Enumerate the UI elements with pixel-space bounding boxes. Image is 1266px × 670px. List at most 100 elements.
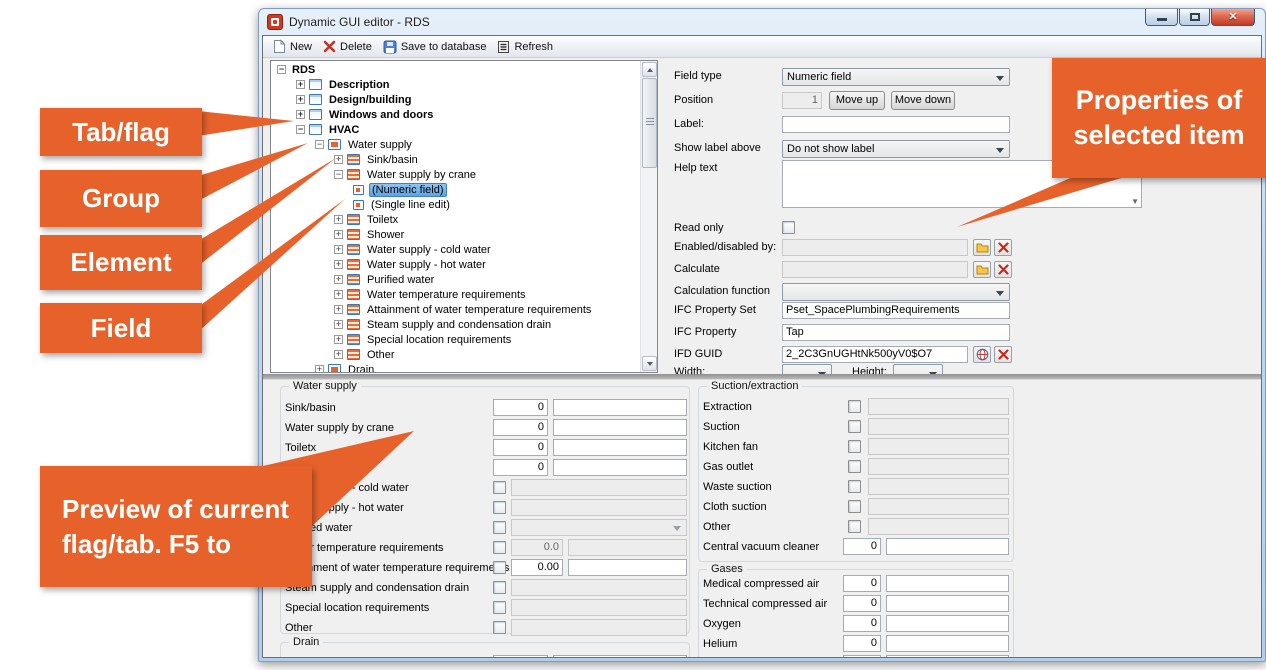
numeric-input[interactable]: 0 [843, 615, 881, 632]
delete-button[interactable]: Delete [319, 39, 379, 54]
checkbox[interactable] [848, 440, 861, 453]
text-input[interactable] [553, 419, 687, 436]
text-input[interactable] [886, 575, 1009, 592]
expand-icon[interactable]: + [334, 215, 343, 224]
ifc-property-input[interactable]: Tap [782, 324, 1010, 341]
checkbox[interactable] [848, 520, 861, 533]
numeric-input[interactable] [843, 655, 881, 658]
field-type-select[interactable]: Numeric field [782, 68, 1010, 86]
enabled-disabled-clear-button[interactable] [994, 239, 1012, 256]
tree-item[interactable]: +Design/building [271, 92, 639, 107]
tree-item[interactable]: +Special location requirements [271, 332, 639, 347]
tree-item[interactable]: +Shower [271, 227, 639, 242]
expand-icon[interactable]: + [296, 110, 305, 119]
collapse-icon[interactable]: − [296, 125, 305, 134]
numeric-input[interactable]: 0 [493, 399, 548, 416]
height-select[interactable] [893, 364, 943, 374]
tree-item[interactable]: −HVAC [271, 122, 639, 137]
text-input[interactable] [886, 655, 1009, 658]
ifd-guid-clear-button[interactable] [994, 346, 1012, 363]
ifd-guid-input[interactable]: 2_2C3GnUGHtNk500yV0$O7 [782, 346, 968, 363]
tree-item[interactable]: (Single line edit) [271, 197, 639, 212]
checkbox[interactable] [493, 541, 506, 554]
read-only-checkbox[interactable] [782, 221, 795, 234]
save-button[interactable]: Save to database [379, 39, 494, 55]
text-input[interactable] [553, 459, 687, 476]
tree-item[interactable]: +Sink/basin [271, 152, 639, 167]
numeric-input[interactable] [493, 655, 548, 658]
scroll-up-icon[interactable] [642, 62, 657, 77]
expand-icon[interactable]: + [334, 275, 343, 284]
refresh-button[interactable]: Refresh [493, 39, 560, 55]
label-input[interactable] [782, 116, 1010, 133]
expand-icon[interactable]: + [315, 365, 324, 372]
calculation-function-select[interactable] [782, 283, 1010, 301]
text-input[interactable] [886, 615, 1009, 632]
tree-item[interactable]: +Purified water [271, 272, 639, 287]
tree-item[interactable]: −Water supply [271, 137, 639, 152]
text-input[interactable] [886, 635, 1009, 652]
collapse-icon[interactable]: − [334, 170, 343, 179]
tree-item[interactable]: +Windows and doors [271, 107, 639, 122]
tree-item[interactable]: +Drain [271, 362, 639, 372]
scroll-down-icon[interactable] [642, 356, 657, 371]
new-button[interactable]: New [269, 38, 319, 55]
checkbox[interactable] [493, 561, 506, 574]
text-input[interactable] [886, 538, 1009, 555]
width-select[interactable] [782, 364, 832, 374]
tree-item[interactable]: +Water temperature requirements [271, 287, 639, 302]
checkbox[interactable] [493, 501, 506, 514]
show-label-above-select[interactable]: Do not show label [782, 140, 1010, 158]
expand-icon[interactable]: + [296, 95, 305, 104]
checkbox[interactable] [493, 621, 506, 634]
calculate-clear-button[interactable] [994, 261, 1012, 278]
checkbox[interactable] [493, 481, 506, 494]
minimize-button[interactable] [1145, 9, 1178, 26]
text-input[interactable] [568, 559, 687, 576]
collapse-icon[interactable]: − [277, 65, 286, 74]
tree-item[interactable]: −Water supply by crane [271, 167, 639, 182]
expand-icon[interactable]: + [334, 320, 343, 329]
expand-icon[interactable]: + [334, 260, 343, 269]
expand-icon[interactable]: + [334, 245, 343, 254]
move-down-button[interactable]: Move down [891, 91, 955, 110]
text-input[interactable] [886, 595, 1009, 612]
numeric-input[interactable]: 0 [843, 595, 881, 612]
tree-scrollbar[interactable] [640, 61, 657, 372]
scroll-thumb[interactable] [642, 78, 657, 168]
expand-icon[interactable]: + [334, 335, 343, 344]
checkbox[interactable] [848, 500, 861, 513]
checkbox[interactable] [493, 581, 506, 594]
tree-item[interactable]: +Water supply - hot water [271, 257, 639, 272]
expand-icon[interactable]: + [334, 305, 343, 314]
ifd-guid-lookup-button[interactable] [973, 346, 991, 363]
checkbox[interactable] [493, 521, 506, 534]
enabled-disabled-browse-button[interactable] [973, 239, 991, 256]
collapse-icon[interactable]: − [315, 140, 324, 149]
tree-item[interactable]: +Attainment of water temperature require… [271, 302, 639, 317]
move-up-button[interactable]: Move up [829, 91, 885, 110]
ifc-property-set-input[interactable]: Pset_SpacePlumbingRequirements [782, 302, 1010, 319]
text-input[interactable] [553, 399, 687, 416]
tree-item[interactable]: +Description [271, 77, 639, 92]
tree-item[interactable]: +Steam supply and condensation drain [271, 317, 639, 332]
numeric-input[interactable]: 0 [843, 575, 881, 592]
expand-icon[interactable]: + [334, 290, 343, 299]
text-input[interactable] [553, 439, 687, 456]
numeric-input[interactable]: 0.00 [511, 559, 563, 576]
tree-item[interactable]: +Toiletx [271, 212, 639, 227]
maximize-button[interactable] [1179, 9, 1210, 26]
tree-item[interactable]: +Other [271, 347, 639, 362]
expand-icon[interactable]: + [334, 230, 343, 239]
numeric-input[interactable]: 0 [493, 439, 548, 456]
checkbox[interactable] [848, 400, 861, 413]
numeric-input[interactable]: 0 [843, 635, 881, 652]
numeric-input[interactable]: 0 [493, 459, 548, 476]
calculate-browse-button[interactable] [973, 261, 991, 278]
expand-icon[interactable]: + [334, 155, 343, 164]
numeric-input[interactable]: 0 [843, 538, 881, 555]
checkbox[interactable] [848, 480, 861, 493]
title-bar[interactable]: Dynamic GUI editor - RDS ✕ [259, 9, 1265, 35]
expand-icon[interactable]: + [334, 350, 343, 359]
checkbox[interactable] [848, 420, 861, 433]
